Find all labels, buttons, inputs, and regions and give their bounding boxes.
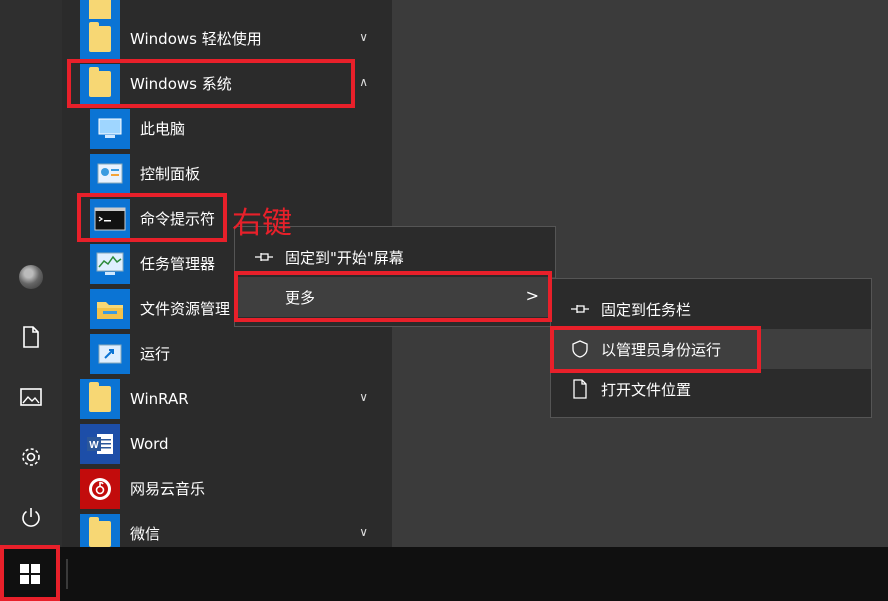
chevron-up-icon: ∧	[359, 75, 368, 89]
menu-item-label: 固定到任务栏	[601, 300, 692, 319]
list-item-control-panel[interactable]: 控制面板	[80, 151, 380, 196]
svg-text:W: W	[89, 440, 99, 451]
pictures-button[interactable]	[0, 372, 62, 422]
folder-icon	[89, 381, 111, 412]
pictures-icon	[20, 388, 42, 406]
user-avatar[interactable]	[0, 252, 62, 302]
list-item-run[interactable]: 运行	[80, 331, 380, 376]
pin-icon	[255, 253, 273, 261]
folder-tile	[80, 378, 120, 419]
folder-tile	[80, 18, 120, 59]
document-icon-wrap	[563, 379, 597, 399]
list-item-label: 微信	[130, 525, 161, 543]
menu-item-label: 打开文件位置	[601, 380, 692, 399]
list-item-label: 网易云音乐	[130, 480, 206, 498]
highlight-start-button	[0, 545, 60, 601]
list-item-label: WinRAR	[130, 389, 189, 408]
app-tile: W	[80, 423, 120, 464]
app-tile	[90, 108, 130, 149]
annotation-right-click: 右键	[232, 206, 292, 241]
pin-icon	[571, 305, 589, 313]
taskbar-separator	[66, 559, 68, 589]
file-explorer-icon	[97, 301, 123, 319]
folder-icon	[89, 21, 111, 52]
gear-icon	[22, 448, 40, 466]
app-tile	[90, 153, 130, 194]
list-item-this-pc[interactable]: 此电脑	[80, 106, 380, 151]
avatar	[19, 265, 43, 289]
highlight-more	[234, 271, 552, 322]
app-tile	[90, 243, 130, 284]
folder-icon	[89, 516, 111, 547]
highlight-windows-system	[67, 59, 355, 108]
netease-music-icon	[89, 477, 111, 500]
list-item-netease-music[interactable]: 网易云音乐	[80, 466, 380, 511]
list-item-label: 控制面板	[140, 165, 201, 183]
chevron-down-icon: ∨	[359, 30, 368, 44]
start-rail	[0, 0, 62, 547]
highlight-cmd	[77, 193, 227, 242]
list-item-label: 任务管理器	[140, 255, 216, 273]
list-item-label: 文件资源管理	[140, 300, 231, 318]
pin-icon-wrap	[563, 302, 597, 316]
document-icon	[573, 379, 587, 399]
list-item-label: Windows 轻松使用	[130, 30, 262, 48]
app-tile	[90, 333, 130, 374]
taskbar	[0, 547, 888, 601]
list-item-label: 运行	[140, 345, 171, 363]
list-item-word[interactable]: W Word	[80, 421, 380, 466]
document-icon	[23, 326, 39, 348]
menu-item-open-location[interactable]: 打开文件位置	[551, 369, 871, 409]
menu-item-label: 固定到"开始"屏幕	[285, 248, 404, 267]
app-tile	[90, 288, 130, 329]
list-item-winrar[interactable]: WinRAR ∨	[80, 376, 380, 421]
menu-item-pin-taskbar[interactable]: 固定到任务栏	[551, 289, 871, 329]
app-tile	[80, 468, 120, 509]
power-icon	[22, 508, 40, 527]
list-item-label: 此电脑	[140, 120, 186, 138]
control-panel-icon	[97, 163, 123, 183]
chevron-down-icon: ∨	[359, 390, 368, 404]
task-manager-icon	[96, 252, 124, 275]
documents-button[interactable]	[0, 312, 62, 362]
power-button[interactable]	[0, 492, 62, 542]
computer-icon	[98, 118, 122, 138]
start-menu: Windows 轻松使用 ∨ Windows 系统 ∧ 此电脑 控制面板 命令提…	[0, 0, 888, 547]
run-icon	[98, 344, 122, 363]
settings-button[interactable]	[0, 432, 62, 482]
word-icon: W	[87, 433, 113, 454]
pin-icon-wrap	[247, 250, 281, 264]
list-item-windows-ease[interactable]: Windows 轻松使用 ∨	[80, 16, 380, 61]
chevron-down-icon: ∨	[359, 525, 368, 539]
folder-tile	[80, 513, 120, 547]
highlight-run-as-admin	[550, 326, 761, 373]
list-item-label: Word	[130, 434, 169, 453]
list-item-wechat[interactable]: 微信 ∨	[80, 511, 380, 547]
